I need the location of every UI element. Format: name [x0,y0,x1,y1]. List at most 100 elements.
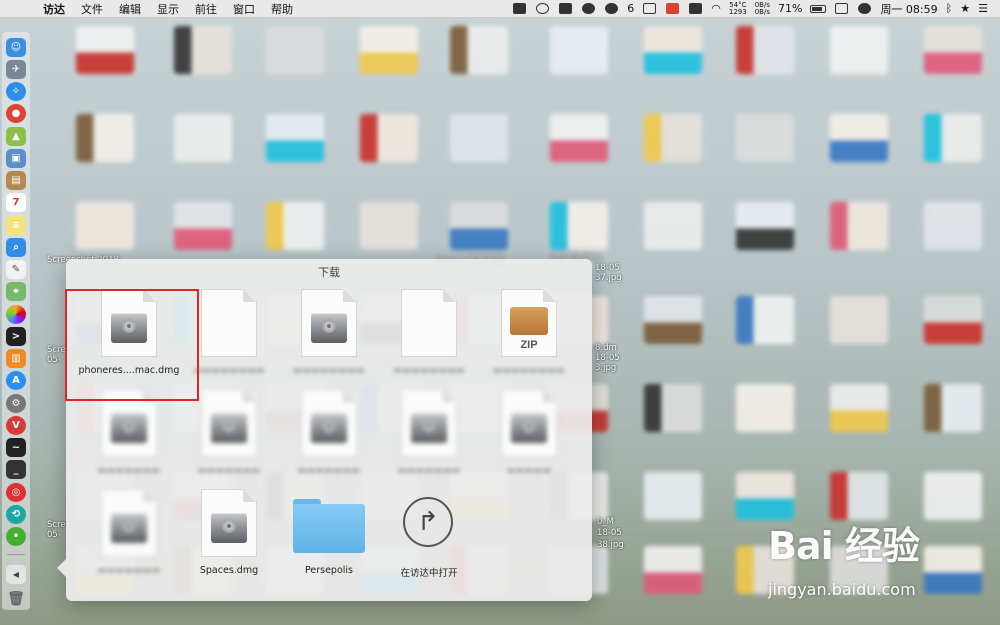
desktop-file-thumbnail[interactable] [174,26,232,74]
display-icon[interactable] [513,3,527,14]
desktop-file-thumbnail[interactable] [644,546,702,594]
desktop-file-thumbnail[interactable] [830,26,888,74]
desktop-file-thumbnail[interactable] [736,296,794,344]
desktop-label[interactable]: 0_M [597,517,614,527]
s-icon[interactable] [858,3,872,14]
desktop-file-thumbnail[interactable] [550,114,608,162]
stack-item[interactable]: ▬▬▬▬▬▬▬ [179,389,279,489]
books-icon[interactable]: ▥ [6,349,26,369]
menu-file[interactable]: 文件 [76,1,114,17]
menu-window[interactable]: 窗口 [228,1,266,17]
desktop-label[interactable]: 38.jpg [597,540,624,550]
android-icon[interactable]: ▲ [6,126,26,146]
menu-go[interactable]: 前往 [190,1,228,17]
desktop-file-thumbnail[interactable] [830,472,888,520]
desktop-file-thumbnail[interactable] [550,26,608,74]
input-method-icon[interactable] [835,3,849,14]
desktop-file-thumbnail[interactable] [174,114,232,162]
star-icon[interactable]: ★ [960,2,970,15]
desktop-label[interactable]: 05- [47,355,61,365]
desktop-file-thumbnail[interactable] [360,26,418,74]
desktop-label[interactable]: 3.jpg [595,363,616,373]
photos-icon[interactable] [6,304,26,324]
list-icon[interactable]: ☰ [978,2,988,15]
book-icon[interactable] [689,3,703,14]
stack-item[interactable]: ▬▬▬▬▬▬▬ [79,389,179,489]
desktop-file-thumbnail[interactable] [924,296,982,344]
desktop-file-thumbnail[interactable] [736,202,794,250]
grid-icon[interactable] [666,3,680,14]
desktop-file-thumbnail[interactable] [644,114,702,162]
desktop-file-thumbnail[interactable] [924,202,982,250]
box-icon[interactable] [643,3,657,14]
desktop-label[interactable]: 8.dm [595,343,617,353]
wechat-dock-icon[interactable]: • [6,527,26,547]
netease-music-icon[interactable]: ◎ [6,482,26,502]
bluetooth-icon[interactable]: ᛒ [946,2,953,15]
preview-icon[interactable]: ▣ [6,148,26,168]
desktop-file-thumbnail[interactable] [830,296,888,344]
desktop-file-thumbnail[interactable] [736,472,794,520]
stack-item-zip[interactable]: ZIP ▬▬▬▬▬▬▬▬ [479,289,579,389]
monitor-icon[interactable] [559,3,573,14]
text-edit-icon[interactable]: ✎ [6,260,26,280]
desktop-file-thumbnail[interactable] [644,296,702,344]
wechat-icon[interactable] [605,3,619,14]
console-icon[interactable]: _ [6,460,26,480]
desktop-label[interactable]: 18-05 [595,353,620,363]
paw-icon[interactable] [582,3,596,14]
calendar-icon[interactable]: 7 [6,193,26,213]
trash-icon[interactable]: 🗑 [6,589,26,608]
vivaldi-icon[interactable]: V [6,415,26,435]
desktop-file-thumbnail[interactable] [644,472,702,520]
menu-edit[interactable]: 编辑 [114,1,152,17]
desktop-file-thumbnail[interactable] [76,202,134,250]
desktop-file-thumbnail[interactable] [266,202,324,250]
launchpad-icon[interactable]: ✈ [6,59,26,79]
open-in-finder-button[interactable]: ↱ 在访达中打开 [379,489,479,589]
maps-icon[interactable]: ⌖ [6,282,26,302]
finder-icon[interactable]: ☺ [6,37,26,57]
desktop-file-thumbnail[interactable] [644,202,702,250]
notes-icon[interactable]: ≡ [6,215,26,235]
desktop-file-thumbnail[interactable] [174,202,232,250]
menu-view[interactable]: 显示 [152,1,190,17]
desktop-file-thumbnail[interactable] [76,26,134,74]
desktop-file-thumbnail[interactable] [736,384,794,432]
terminal-icon[interactable]: > [6,326,26,346]
app-red-icon[interactable]: ● [6,104,26,124]
desktop-file-thumbnail[interactable] [736,114,794,162]
stack-item[interactable]: ▬▬▬▬▬▬▬▬ [379,289,479,389]
desktop-label[interactable]: 05- [47,530,61,540]
desktop-label[interactable]: 18-05 [595,263,620,273]
desktop-file-thumbnail[interactable] [266,26,324,74]
menu-help[interactable]: 帮助 [266,1,304,17]
battery-icon[interactable] [810,4,827,13]
wifi-icon[interactable]: ◠ [711,2,721,15]
desktop-file-thumbnail[interactable] [830,384,888,432]
desktop-file-thumbnail[interactable] [830,202,888,250]
desktop-file-thumbnail[interactable] [736,26,794,74]
stack-item[interactable]: ▬▬▬▬▬▬▬ [79,489,179,589]
desktop-file-thumbnail[interactable] [644,384,702,432]
glasses-icon[interactable] [536,3,550,14]
desktop-file-thumbnail[interactable] [450,26,508,74]
system-preferences-icon[interactable]: ⚙ [6,393,26,413]
desktop-file-thumbnail[interactable] [450,202,508,250]
desktop-file-thumbnail[interactable] [924,472,982,520]
desktop-file-thumbnail[interactable] [830,114,888,162]
app-store-icon[interactable]: A [6,371,26,391]
search-app-icon[interactable]: ⌕ [6,237,26,257]
stack-item[interactable]: ▬▬▬▬▬▬▬ [279,389,379,489]
desktop-file-thumbnail[interactable] [924,26,982,74]
stack-item-persepolis-folder[interactable]: Persepolis [279,489,379,589]
stack-item[interactable]: ▬▬▬▬▬▬▬▬ [279,289,379,389]
desktop-file-thumbnail[interactable] [360,202,418,250]
stack-item[interactable]: ▬▬▬▬▬▬▬ [379,389,479,489]
safari-icon[interactable]: ✧ [6,82,26,102]
sync-icon[interactable]: ⟲ [6,504,26,524]
desktop-file-thumbnail[interactable] [360,114,418,162]
notes-brown-icon[interactable]: ▤ [6,171,26,191]
desktop-label[interactable]: 37.jpg [595,273,622,283]
stack-item-spaces-dmg[interactable]: Spaces.dmg [179,489,279,589]
